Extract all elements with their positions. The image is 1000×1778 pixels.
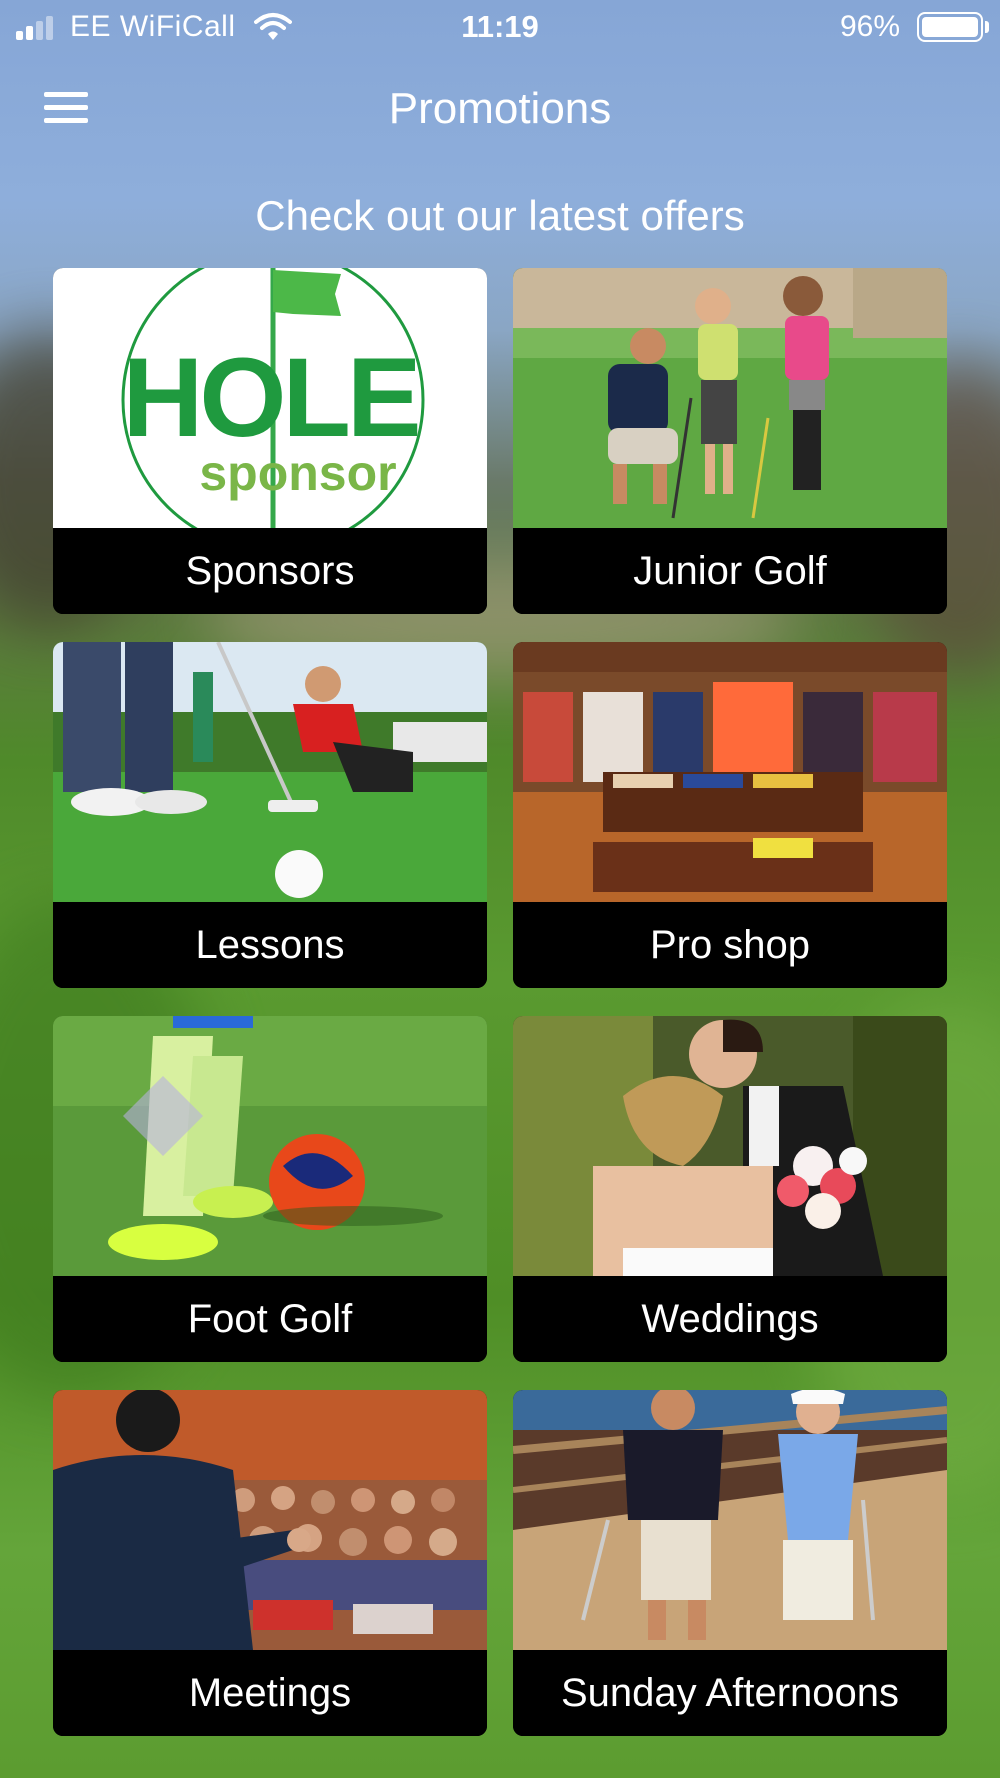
page-title: Promotions [388,84,612,133]
battery-tip [985,21,989,33]
sunday-afternoons-image [513,1390,947,1650]
card-label: Junior Golf [513,528,947,614]
foot-golf-image [53,1016,487,1276]
junior-golf-image [513,268,947,528]
battery-percentage: 96% [840,10,901,43]
promo-card-foot-golf[interactable]: Foot Golf [53,1016,487,1362]
promo-card-pro-shop[interactable]: Pro shop [513,642,947,988]
navigation-bar: Promotions [0,70,1000,150]
promo-card-sponsors[interactable]: HOLE sponsor Sponsors [53,268,487,614]
promo-card-weddings[interactable]: Weddings [513,1016,947,1362]
promo-card-lessons[interactable]: Lessons [53,642,487,988]
status-bar: EE WiFiCall 11:19 96% [0,0,1000,56]
meetings-image [53,1390,487,1650]
weddings-image [513,1016,947,1276]
card-label: Sunday Afternoons [513,1650,947,1736]
promo-card-meetings[interactable]: Meetings [53,1390,487,1736]
pro-shop-image [513,642,947,902]
card-label: Pro shop [513,902,947,988]
logo-sponsor-text: sponsor [199,445,396,501]
sponsors-image: HOLE sponsor [53,268,487,528]
lessons-image [53,642,487,902]
battery-icon [917,12,983,42]
card-label: Meetings [53,1650,487,1736]
logo-hole-text: HOLE [122,335,417,460]
card-label: Sponsors [53,528,487,614]
promo-card-sunday-afternoons[interactable]: Sunday Afternoons [513,1390,947,1736]
card-label: Foot Golf [53,1276,487,1362]
offers-subtitle: Check out our latest offers [255,192,745,239]
card-label: Weddings [513,1276,947,1362]
promo-card-junior-golf[interactable]: Junior Golf [513,268,947,614]
card-label: Lessons [53,902,487,988]
